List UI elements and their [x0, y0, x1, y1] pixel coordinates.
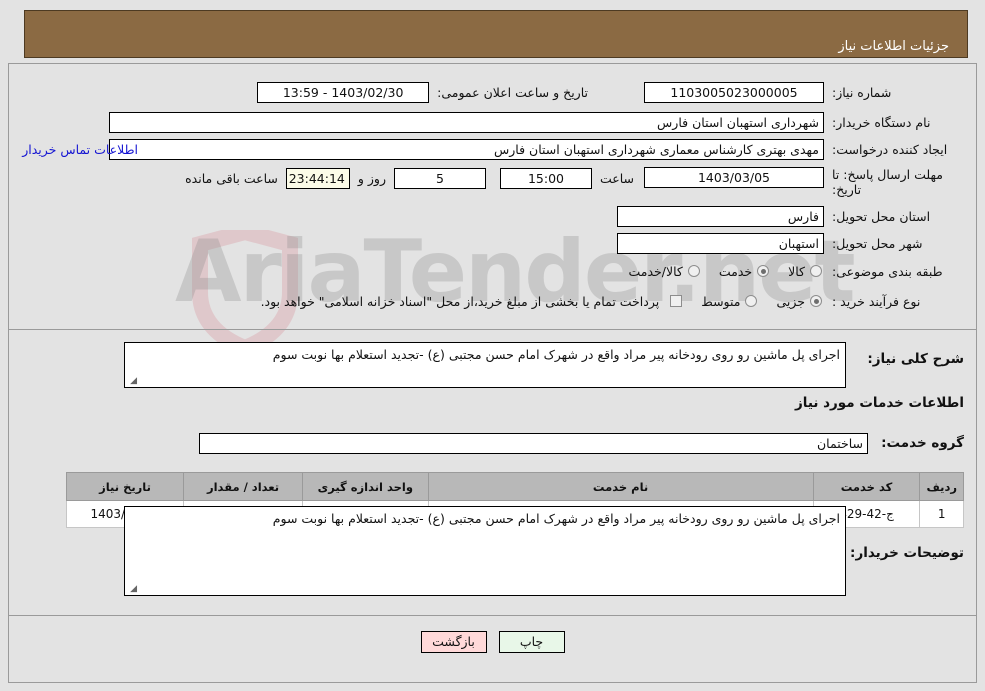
- announce-datetime-label: تاریخ و ساعت اعلان عمومی:: [437, 84, 588, 100]
- buyer-org-row: نام دستگاه خریدار: شهرداری استهبان استان…: [109, 111, 964, 133]
- category-option-label-1: خدمت: [718, 263, 753, 279]
- buyer-contact-link[interactable]: اطلاعات تماس خریدار: [22, 142, 138, 157]
- category-radio-khedmat[interactable]: [757, 265, 770, 277]
- purchase-type-radio-jozi[interactable]: [810, 295, 822, 307]
- deadline-date-field[interactable]: 1403/03/05: [644, 167, 824, 188]
- services-heading: اطلاعات خدمات مورد نیاز: [794, 395, 964, 411]
- purchase-type-radio-motavaset[interactable]: [745, 295, 758, 307]
- request-creator-row: ایجاد کننده درخواست: مهدی بهتری کارشناس …: [109, 138, 964, 160]
- deadline-time-label: ساعت: [599, 170, 634, 186]
- deadline-days-row: 5 روز و 23:44:14 ساعت باقی مانده: [185, 167, 486, 189]
- purchase-type-row: نوع فرآیند خرید : جزیی متوسط پرداخت تمام…: [247, 290, 964, 312]
- deadline-days-label: روز و: [357, 170, 386, 186]
- page-header: جزئیات اطلاعات نیاز: [24, 10, 968, 58]
- category-radio-kala-khedmat[interactable]: [687, 265, 700, 277]
- th-quantity: تعداد / مقدار: [183, 472, 304, 501]
- city-row: شهر محل تحویل: استهبان: [617, 232, 964, 254]
- city-label: شهر محل تحویل:: [832, 235, 923, 251]
- city-field[interactable]: استهبان: [617, 232, 824, 254]
- category-option-label-2: کالا/خدمت: [628, 263, 683, 279]
- print-button[interactable]: چاپ: [498, 631, 565, 653]
- buyer-notes-label: توضیحات خریدار:: [850, 545, 964, 561]
- return-button[interactable]: بازگشت: [420, 631, 487, 653]
- deadline-time-row: ساعت 15:00: [499, 167, 634, 189]
- request-creator-label: ایجاد کننده درخواست:: [832, 141, 948, 157]
- buyer-org-label: نام دستگاه خریدار:: [832, 114, 931, 130]
- th-need-date: تاریخ نیاز: [65, 472, 185, 501]
- request-creator-field[interactable]: مهدی بهتری کارشناس معماری شهرداری استهبا…: [109, 138, 824, 160]
- description-section: شرح کلی نیاز: اجرای پل ماشین رو روی رودخ…: [9, 330, 976, 616]
- need-number-row: شماره نیاز: 1103005023000005: [644, 81, 964, 103]
- resize-grip-icon-notes[interactable]: ◢: [128, 585, 137, 594]
- buyer-notes-text: اجرای پل ماشین رو روی رودخانه پیر مراد و…: [272, 511, 840, 526]
- purchase-type-option-label-0: جزیی: [776, 293, 805, 309]
- service-group-field[interactable]: ساختمان: [199, 433, 868, 454]
- footer-buttons: بازگشت چاپ: [9, 631, 976, 653]
- buyer-notes-textarea[interactable]: اجرای پل ماشین رو روی رودخانه پیر مراد و…: [124, 506, 846, 596]
- need-number-label: شماره نیاز:: [832, 84, 892, 100]
- province-field[interactable]: فارس: [617, 205, 824, 227]
- need-summary-textarea[interactable]: اجرای پل ماشین رو روی رودخانه پیر مراد و…: [124, 342, 846, 388]
- category-label: طبقه بندی موضوعی:: [832, 263, 943, 279]
- deadline-time-field[interactable]: 15:00: [499, 167, 592, 189]
- province-row: استان محل تحویل: فارس: [617, 205, 964, 227]
- deadline-row: مهلت ارسال پاسخ: تا تاریخ: 1403/03/05: [644, 165, 964, 203]
- contact-link-row: اطلاعات تماس خریدار: [22, 138, 138, 160]
- islamic-treasury-checkbox-label: پرداخت تمام یا بخشی از مبلغ خرید،از محل …: [260, 293, 660, 309]
- need-number-field[interactable]: 1103005023000005: [644, 81, 824, 103]
- page-title: جزئیات اطلاعات نیاز: [838, 39, 949, 54]
- service-group-label: گروه خدمت:: [881, 435, 964, 451]
- category-radio-kala[interactable]: [810, 265, 822, 277]
- islamic-treasury-checkbox[interactable]: [670, 295, 683, 307]
- announce-datetime-field[interactable]: 1403/02/30 - 13:59: [257, 81, 430, 103]
- province-label: استان محل تحویل:: [832, 208, 931, 224]
- purchase-type-option-label-1: متوسط: [701, 293, 741, 309]
- th-unit: واحد اندازه گیری: [302, 472, 429, 501]
- need-summary-text: اجرای پل ماشین رو روی رودخانه پیر مراد و…: [272, 347, 840, 362]
- main-panel: شماره نیاز: 1103005023000005 تاریخ و ساع…: [8, 63, 977, 683]
- purchase-type-label: نوع فرآیند خرید :: [832, 293, 921, 309]
- deadline-label: مهلت ارسال پاسخ: تا تاریخ:: [832, 167, 943, 197]
- footer-section: بازگشت چاپ: [9, 616, 976, 682]
- announce-datetime-row: تاریخ و ساعت اعلان عمومی: 1403/02/30 - 1…: [257, 81, 588, 103]
- need-summary-label: شرح کلی نیاز:: [867, 351, 964, 367]
- deadline-countdown-field: 23:44:14: [285, 167, 350, 189]
- th-row-no: ردیف: [919, 472, 964, 501]
- cell-row-no: 1: [919, 500, 964, 528]
- th-service-name: نام خدمت: [427, 472, 814, 501]
- resize-grip-icon[interactable]: ◢: [128, 377, 137, 386]
- category-row: طبقه بندی موضوعی: کالا خدمت کالا/خدمت: [614, 260, 964, 282]
- deadline-days-field[interactable]: 5: [394, 167, 486, 189]
- deadline-countdown-label: ساعت باقی مانده: [185, 170, 278, 186]
- th-service-code: کد خدمت: [812, 472, 921, 501]
- buyer-org-field[interactable]: شهرداری استهبان استان فارس: [109, 111, 824, 133]
- category-option-label-0: کالا: [788, 263, 805, 279]
- need-info-section: شماره نیاز: 1103005023000005 تاریخ و ساع…: [9, 64, 976, 330]
- table-header-row: ردیف کد خدمت نام خدمت واحد اندازه گیری ت…: [65, 472, 964, 501]
